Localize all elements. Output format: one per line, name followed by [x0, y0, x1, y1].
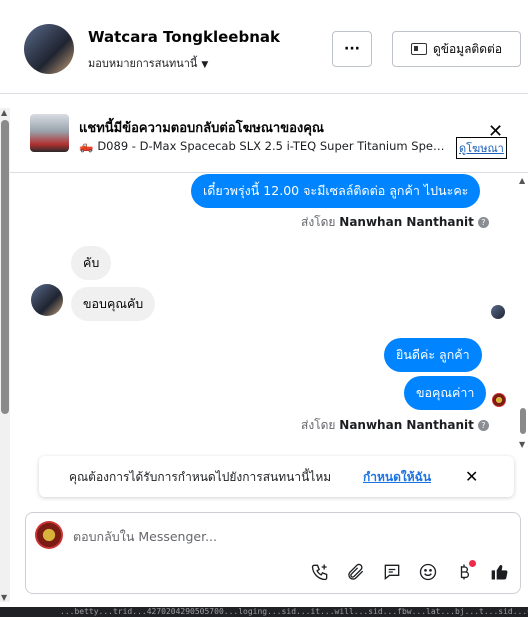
ad-reply-banner: แชทนี้มีข้อความตอบกลับต่อโฆษณาของคุณ 🛻 D0… — [0, 95, 528, 173]
scroll-up-arrow-icon[interactable]: ▲ — [519, 176, 525, 185]
like-button[interactable] — [489, 561, 511, 583]
message-composer — [25, 512, 521, 594]
saved-replies-button[interactable] — [381, 561, 403, 583]
sent-by-prefix: ส่งโดย — [301, 418, 336, 432]
assign-to-me-link[interactable]: กำหนดให้ฉัน — [363, 468, 431, 487]
view-contact-info-label: ดูข้อมูลติดต่อ — [432, 41, 503, 56]
contact-avatar-small — [31, 284, 63, 316]
attach-button[interactable] — [345, 561, 367, 583]
conversation-header: Watcara Tongkleebnak มอบหมายการสนทนานี้ ▼… — [0, 0, 528, 94]
close-ad-banner-icon[interactable]: ✕ — [488, 123, 503, 141]
view-contact-info-button[interactable]: ดูข้อมูลติดต่อ — [392, 31, 521, 67]
outgoing-message[interactable]: ยินดีค่ะ ลูกค้า — [384, 338, 482, 372]
scroll-up-arrow-icon[interactable]: ▲ — [1, 108, 7, 117]
contact-card-icon — [410, 43, 427, 55]
smiley-icon — [419, 563, 437, 581]
ad-thumbnail — [30, 114, 69, 152]
notification-dot — [469, 560, 476, 567]
more-icon: ··· — [344, 41, 360, 57]
incoming-message[interactable]: คับ — [71, 246, 112, 280]
outgoing-message[interactable]: เดี๋ยวพรุ่งนี้ 12.00 จะมีเซลล์ติดต่อ ลูก… — [191, 174, 481, 208]
assign-conversation-dropdown[interactable]: มอบหมายการสนทนานี้ ▼ — [88, 54, 208, 72]
paperclip-icon — [348, 563, 364, 580]
contact-name[interactable]: Watcara Tongkleebnak — [88, 28, 280, 46]
sent-by-label: ส่งโดย Nanwhan Nanthanit? — [301, 213, 489, 232]
assign-label: มอบหมายการสนทนานี้ — [88, 57, 198, 70]
assign-notice: คุณต้องการได้รับการกำหนดไปยังการสนทนานี้… — [39, 456, 514, 497]
assign-notice-text: คุณต้องการได้รับการกำหนดไปยังการสนทนานี้… — [69, 470, 332, 484]
help-icon[interactable]: ? — [477, 217, 489, 228]
left-scrollbar[interactable]: ▲ ▼ — [0, 108, 10, 602]
ad-reply-title: แชทนี้มีข้อความตอบกลับต่อโฆษณาของคุณ — [79, 121, 324, 136]
close-notice-icon[interactable]: ✕ — [465, 467, 478, 486]
add-call-button[interactable] — [309, 561, 331, 583]
more-options-button[interactable]: ··· — [332, 31, 372, 67]
emoji-button[interactable] — [417, 561, 439, 583]
scroll-thumb[interactable] — [520, 408, 526, 434]
sender-name: Nanwhan Nanthanit — [339, 418, 474, 432]
scroll-down-arrow-icon[interactable]: ▼ — [519, 440, 525, 449]
seen-avatar-icon — [492, 393, 506, 407]
composer-toolbar — [309, 560, 511, 583]
incoming-message[interactable]: ขอบคุณคับ — [71, 287, 156, 321]
truck-icon: 🛻 — [79, 139, 94, 153]
sender-name: Nanwhan Nanthanit — [339, 215, 474, 229]
sent-by-prefix: ส่งโดย — [301, 215, 336, 229]
outgoing-message[interactable]: ขอคุณค่าา — [404, 376, 487, 410]
phone-plus-icon — [311, 564, 328, 581]
scroll-down-arrow-icon[interactable]: ▼ — [1, 593, 7, 602]
thumbs-up-icon — [491, 565, 508, 580]
page-avatar — [35, 521, 63, 549]
seen-avatar-icon — [491, 305, 505, 319]
payment-button[interactable] — [453, 560, 476, 583]
sent-by-label: ส่งโดย Nanwhan Nanthanit? — [301, 416, 489, 435]
ad-description-text: D089 - D-Max Spacecab SLX 2.5 i-TEQ Supe… — [97, 139, 451, 153]
caret-down-icon: ▼ — [201, 60, 209, 70]
scroll-thumb[interactable] — [1, 120, 9, 414]
ad-reply-description: 🛻 D089 - D-Max Spacecab SLX 2.5 i-TEQ Sup… — [79, 139, 451, 153]
reply-input[interactable] — [73, 526, 493, 546]
thread-scrollbar[interactable]: ▲ ▼ — [518, 176, 528, 449]
contact-avatar[interactable] — [24, 24, 74, 74]
browser-status-bar: ...betty...trid...4270204290505700...log… — [0, 607, 528, 617]
help-icon[interactable]: ? — [477, 420, 489, 431]
chat-bubble-icon — [384, 564, 400, 581]
